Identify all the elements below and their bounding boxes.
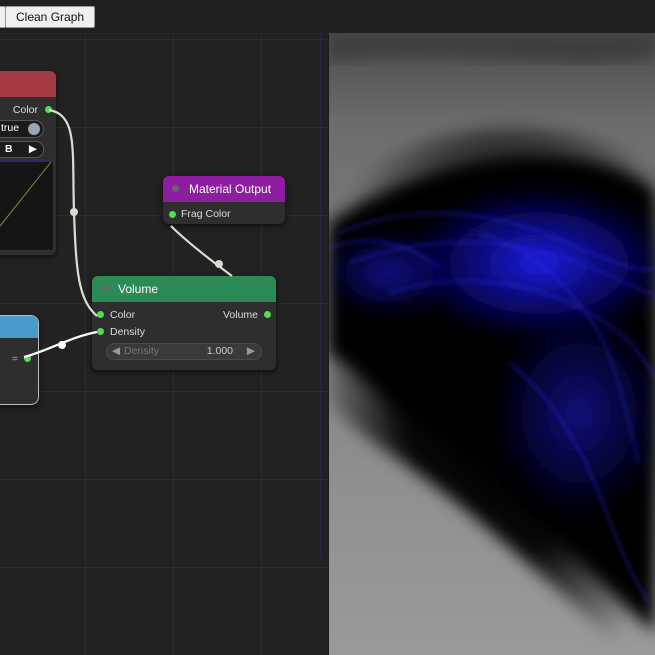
frag-color-input-socket[interactable] xyxy=(169,211,176,218)
frag-color-label: Frag Color xyxy=(181,208,231,220)
color-node[interactable]: Color true B ▶ xyxy=(0,71,56,255)
number-node-header[interactable] xyxy=(0,316,38,338)
color-node-output-label: Color xyxy=(12,104,38,116)
material-output-header[interactable]: Material Output xyxy=(163,176,285,202)
material-output-title: Material Output xyxy=(189,182,272,196)
material-output-node[interactable]: Material Output Frag Color xyxy=(163,176,285,224)
curve-editor[interactable] xyxy=(0,159,54,251)
volume-title: Volume xyxy=(118,282,159,296)
toggle-value: true xyxy=(1,122,20,134)
toolbar: Clean Graph xyxy=(0,0,655,34)
collapse-dot-icon[interactable] xyxy=(102,285,109,292)
volume-output-label: Volume xyxy=(222,309,258,321)
density-field-label: Density xyxy=(124,345,160,357)
density-input-socket[interactable] xyxy=(97,328,104,335)
number-output-socket[interactable] xyxy=(24,355,31,362)
curve-line xyxy=(0,161,52,227)
volume-output-socket[interactable] xyxy=(264,311,271,318)
color-node-output-socket[interactable] xyxy=(45,106,52,113)
density-slider[interactable]: ◀ Density 1.000 ▶ xyxy=(106,343,262,360)
channel-select-value: B xyxy=(5,143,13,155)
chevron-right-icon[interactable]: ▶ xyxy=(247,344,255,359)
density-input-label: Density xyxy=(110,326,146,338)
render-preview[interactable] xyxy=(329,33,655,655)
clean-graph-button[interactable]: Clean Graph xyxy=(5,6,96,28)
color-input-socket[interactable] xyxy=(97,311,104,318)
toggle-knob xyxy=(28,123,40,135)
volume-header[interactable]: Volume xyxy=(92,276,276,302)
color-input-label: Color xyxy=(110,309,136,321)
density-value: 1.000 xyxy=(206,345,233,357)
volume-render xyxy=(329,33,655,655)
volume-node[interactable]: Volume Color Volume Density ◀ Density 1.… xyxy=(92,276,276,370)
color-node-header[interactable] xyxy=(0,71,56,97)
boolean-toggle[interactable]: true xyxy=(0,120,44,138)
number-output-label: = xyxy=(11,353,18,365)
collapse-dot-icon[interactable] xyxy=(172,185,179,192)
channel-select[interactable]: B ▶ xyxy=(0,141,44,158)
curve-graph xyxy=(0,160,53,227)
number-node[interactable]: = xyxy=(0,315,39,405)
chevron-right-icon: ▶ xyxy=(28,143,37,155)
chevron-left-icon[interactable]: ◀ xyxy=(112,344,120,359)
